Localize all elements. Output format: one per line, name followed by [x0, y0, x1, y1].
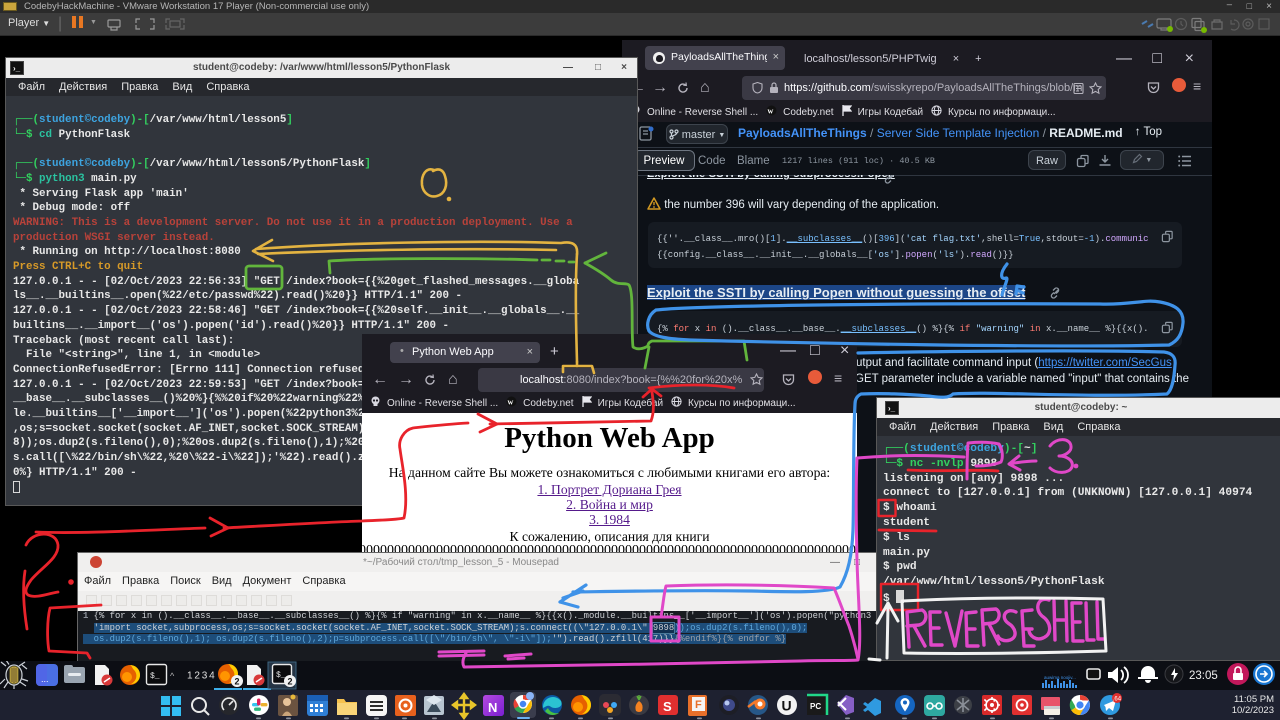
svg-text:auwima noojiv...: auwima noojiv...	[1044, 675, 1076, 680]
svg-text:.64: .64	[1113, 697, 1122, 703]
svg-text:1234: 1234	[187, 671, 216, 682]
svg-text:w: w	[768, 107, 774, 116]
svg-text:2: 2	[235, 677, 240, 687]
svg-text:2: 2	[288, 677, 293, 687]
svg-text:F: F	[695, 699, 702, 711]
svg-text:PC: PC	[810, 702, 821, 711]
svg-text:$_: $_	[150, 672, 160, 681]
svg-text:S: S	[663, 699, 672, 714]
svg-text:...: ...	[41, 674, 49, 684]
svg-text:w: w	[508, 398, 514, 407]
svg-text:$_: $_	[276, 671, 286, 680]
svg-text:^: ^	[170, 671, 175, 681]
svg-text:23:05: 23:05	[1189, 670, 1218, 682]
svg-text:N: N	[488, 700, 497, 715]
svg-text:U: U	[782, 698, 792, 714]
